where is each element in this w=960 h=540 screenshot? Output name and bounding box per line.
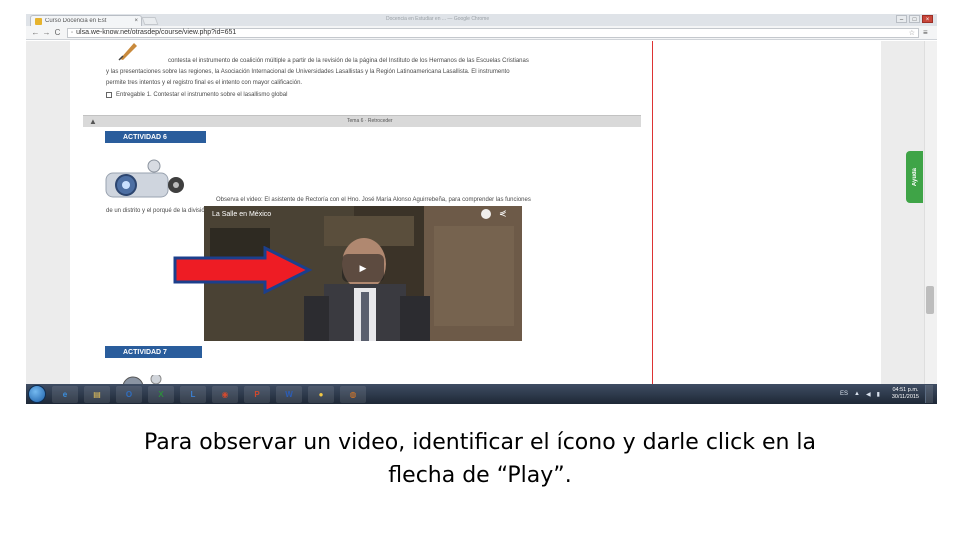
video-projector-icon <box>105 159 184 198</box>
browser-toolbar: ← → C ▫ ulsa.we-know.net/otrasdep/course… <box>26 26 937 40</box>
maximize-button[interactable]: □ <box>909 15 920 23</box>
taskbar-apps: e ▤ O X L ◉ P W ● ◍ <box>46 385 366 403</box>
red-arrow-annotation <box>173 246 313 294</box>
activity-6-instructions: Observa el video: El asistente de Rector… <box>216 197 531 203</box>
tab-close-icon[interactable]: × <box>134 18 138 24</box>
close-window-button[interactable]: × <box>922 15 933 23</box>
taskbar-app-button[interactable]: L <box>180 385 206 403</box>
clock-date: 30/11/2015 <box>891 394 919 400</box>
window-title: Docencia en Estudiar en ... — Google Chr… <box>386 16 490 22</box>
minimize-button[interactable]: – <box>896 15 907 23</box>
help-label: Ayuda <box>911 167 918 187</box>
collapse-triangle-icon[interactable]: ▲ <box>89 117 97 126</box>
taskbar-app-button[interactable]: X <box>148 385 174 403</box>
activity-7-header: ACTIVIDAD 7 <box>105 346 202 358</box>
taskbar-app-button[interactable]: ◍ <box>340 385 366 403</box>
favicon-icon <box>35 17 42 25</box>
chrome-menu-icon[interactable]: ≡ <box>923 28 928 37</box>
intro-line: permite tres intentos y el registro fina… <box>106 80 303 86</box>
taskbar-app-button[interactable]: W <box>276 385 302 403</box>
taskbar-app-button[interactable]: ● <box>308 385 334 403</box>
activity-6-header: ACTIVIDAD 6 <box>105 131 206 143</box>
taskbar-app-button[interactable]: ▤ <box>84 385 110 403</box>
intro-line: y las presentaciones sobre las regiones,… <box>106 69 510 75</box>
browser-title-bar: Curso Docencia en Est × Docencia en Estu… <box>26 14 937 26</box>
window-controls: – □ × <box>896 15 933 23</box>
language-indicator[interactable]: ES <box>840 391 848 397</box>
tab-title: Curso Docencia en Est <box>45 18 107 24</box>
page-scrollbar[interactable] <box>924 41 937 384</box>
url-text: ulsa.we-know.net/otrasdep/course/view.ph… <box>76 29 237 36</box>
caption-line: flecha de “Play”. <box>388 463 572 488</box>
clock-time: 04:51 p.m. <box>892 387 919 393</box>
web-page: contesta el instrumento de coalición múl… <box>26 41 937 384</box>
start-button[interactable] <box>28 385 46 403</box>
browser-tab[interactable]: Curso Docencia en Est × <box>30 15 142 26</box>
intro-line: contesta el instrumento de coalición múl… <box>168 58 529 64</box>
slide-caption: Para observar un video, identificar el í… <box>0 426 960 492</box>
help-tab[interactable]: Ayuda <box>906 151 923 203</box>
right-column <box>653 41 881 384</box>
system-tray: ES ▲ ◀ ▮ 04:51 p.m. 30/11/2015 <box>840 385 937 403</box>
taskbar-app-button[interactable]: e <box>52 385 78 403</box>
completion-checkbox[interactable] <box>106 92 112 98</box>
video-title: La Salle en México <box>212 211 272 218</box>
forward-button[interactable]: → <box>41 28 52 37</box>
taskbar-app-button[interactable]: O <box>116 385 142 403</box>
tray-arrow-icon[interactable]: ▲ <box>854 391 860 397</box>
bookmark-star-icon[interactable]: ☆ <box>909 29 915 37</box>
video-projector-icon <box>122 375 162 384</box>
taskbar-app-button[interactable]: P <box>244 385 270 403</box>
network-icon[interactable]: ▮ <box>877 391 880 398</box>
show-desktop-button[interactable] <box>925 385 933 403</box>
back-button[interactable]: ← <box>30 28 41 37</box>
new-tab-button[interactable] <box>141 17 159 25</box>
page-icon: ▫ <box>71 29 74 36</box>
section-toggle-bar[interactable]: ▲ Tema 6 · Retroceder <box>83 115 641 127</box>
play-icon: ▶ <box>359 262 367 273</box>
browser-screenshot: Curso Docencia en Est × Docencia en Estu… <box>26 14 937 404</box>
windows-taskbar: e ▤ O X L ◉ P W ● ◍ ES ▲ ◀ ▮ 04:51 p.m. 30/11/201… <box>26 384 937 404</box>
watch-later-icon[interactable] <box>481 209 491 219</box>
caption-line: Para observar un video, identificar el í… <box>143 430 817 455</box>
taskbar-clock[interactable]: 04:51 p.m. 30/11/2015 <box>892 387 919 401</box>
address-bar[interactable]: ▫ ulsa.we-know.net/otrasdep/course/view.… <box>67 27 919 38</box>
section-toggle-label: Tema 6 · Retroceder <box>347 118 393 124</box>
scrollbar-thumb[interactable] <box>926 286 934 314</box>
deliverable-link[interactable]: Entregable 1. Contestar el instrumento s… <box>116 91 287 99</box>
reload-button[interactable]: C <box>52 28 63 37</box>
taskbar-app-button[interactable]: ◉ <box>212 385 238 403</box>
quill-pen-icon <box>118 43 137 61</box>
share-icon[interactable]: ⋞ <box>499 208 507 219</box>
play-button[interactable]: ▶ <box>342 254 384 282</box>
volume-icon[interactable]: ◀ <box>866 391 871 398</box>
